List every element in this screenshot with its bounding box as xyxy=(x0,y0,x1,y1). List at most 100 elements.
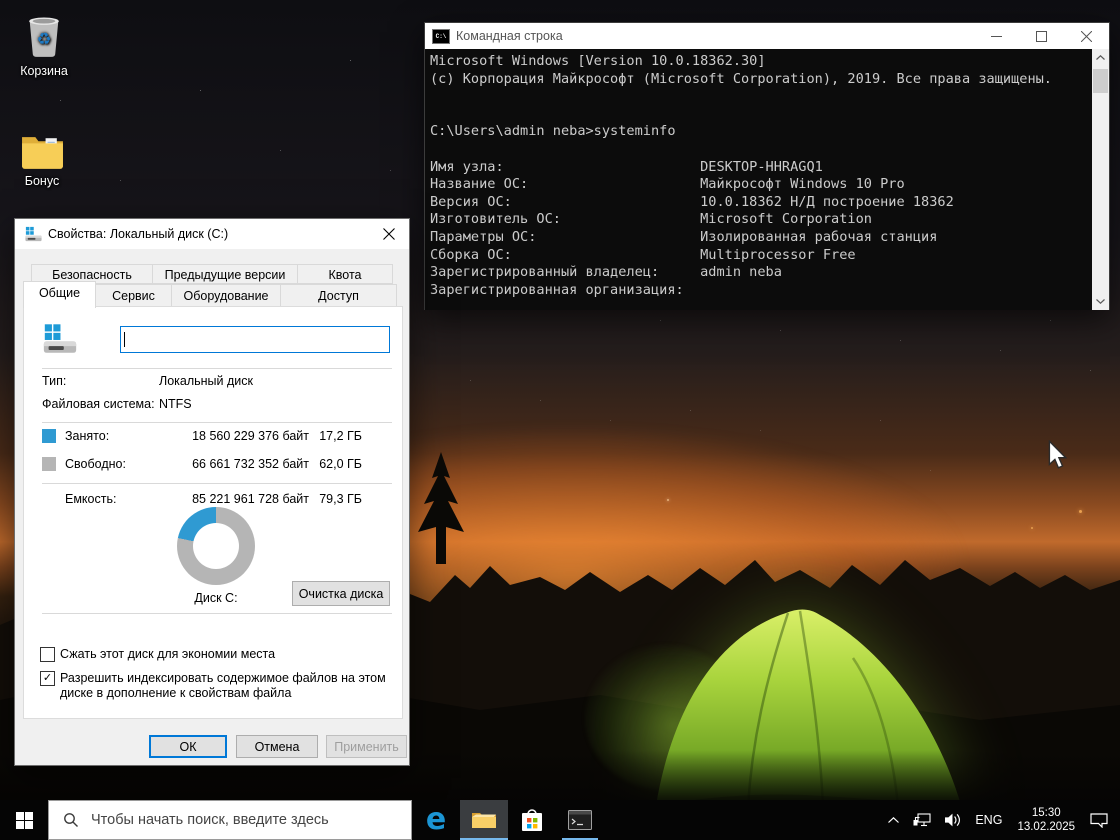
file-explorer-icon xyxy=(472,813,496,828)
close-icon[interactable] xyxy=(369,219,409,249)
cmd-output-line: Microsoft Windows [Version 10.0.18362.30… xyxy=(430,53,766,69)
disk-usage-donut xyxy=(177,507,255,585)
cmd-window-icon: C:\ xyxy=(432,28,450,44)
free-bytes: 66 661 732 352 байт xyxy=(192,457,309,471)
cmd-output-line: C:\Users\admin neba>systeminfo xyxy=(430,123,676,140)
taskbar-search-box[interactable] xyxy=(48,800,412,840)
compress-checkbox[interactable] xyxy=(40,647,55,662)
dialog-title: Свойства: Локальный диск (C:) xyxy=(48,227,229,241)
separator xyxy=(42,483,392,484)
cmd-output-line xyxy=(430,106,1089,124)
taskbar: e xyxy=(0,800,1120,840)
separator xyxy=(42,368,392,369)
edge-icon: e xyxy=(425,802,447,837)
cmd-output-line: Название ОС: Майкрософт Windows 10 Pro xyxy=(430,176,905,193)
indexing-checkbox[interactable]: ✓ xyxy=(40,671,55,686)
drive-icon xyxy=(25,226,42,241)
taskbar-cmd-button[interactable] xyxy=(556,800,604,840)
tab-general[interactable]: Общие xyxy=(23,281,96,308)
capacity-size: 79,3 ГБ xyxy=(319,492,362,506)
taskbar-edge-button[interactable]: e xyxy=(412,800,460,840)
used-size: 17,2 ГБ xyxy=(319,429,362,443)
text-caret xyxy=(124,332,125,347)
microsoft-store-icon xyxy=(522,809,542,831)
volume-icon[interactable] xyxy=(938,800,968,840)
scroll-up-icon[interactable] xyxy=(1092,49,1109,66)
cmd-output-line: (с) Корпорация Майкрософт (Microsoft Cor… xyxy=(430,70,1052,87)
search-input[interactable] xyxy=(89,811,411,829)
svg-text:♻: ♻ xyxy=(37,31,52,49)
desktop-icon-recycle-bin[interactable]: ♻ Корзина xyxy=(6,10,82,78)
type-value: Локальный диск xyxy=(159,374,253,388)
general-tab-panel: Тип: Локальный диск Файловая система: NT… xyxy=(23,306,403,719)
close-button[interactable] xyxy=(1064,23,1109,49)
bright-star xyxy=(1079,510,1082,513)
filesystem-label: Файловая система: xyxy=(42,397,155,411)
scrollbar-thumb[interactable] xyxy=(1093,69,1108,93)
cmd-output-area[interactable]: Microsoft Windows [Version 10.0.18362.30… xyxy=(425,49,1109,310)
tab-quota[interactable]: Квота xyxy=(297,264,393,284)
drive-icon-large xyxy=(43,324,77,353)
desktop-icon-bonus-folder[interactable]: Бонус xyxy=(4,120,80,188)
tab-hardware[interactable]: Оборудование xyxy=(171,284,281,307)
cmd-output-line: Версия ОС: 10.0.18362 Н/Д построение 183… xyxy=(430,193,954,210)
cancel-button[interactable]: Отмена xyxy=(236,735,318,758)
clock-time: 15:30 xyxy=(1031,807,1061,819)
taskbar-explorer-button[interactable] xyxy=(460,800,508,840)
free-label: Свободно: xyxy=(65,457,126,471)
pine-tree-silhouette xyxy=(418,452,464,564)
minimize-button[interactable] xyxy=(974,23,1019,49)
dialog-titlebar[interactable]: Свойства: Локальный диск (C:) xyxy=(15,219,409,249)
filesystem-value: NTFS xyxy=(159,397,192,411)
maximize-button[interactable] xyxy=(1019,23,1064,49)
tab-sharing[interactable]: Доступ xyxy=(280,284,397,307)
cmd-output-line: Зарегистрированная организация: xyxy=(430,281,684,298)
disk-chart-label: Диск C: xyxy=(194,591,238,605)
cmd-output-line: Изготовитель ОС: Microsoft Corporation xyxy=(430,211,872,228)
indexing-checkbox-label[interactable]: Разрешить индексировать содержимое файло… xyxy=(60,671,390,701)
desktop-icon-label: Корзина xyxy=(20,64,68,78)
separator xyxy=(42,613,392,614)
command-prompt-icon xyxy=(568,810,592,830)
disk-cleanup-button[interactable]: Очистка диска xyxy=(292,581,390,606)
taskbar-store-button[interactable] xyxy=(508,800,556,840)
apply-button[interactable]: Применить xyxy=(326,735,407,758)
desktop-icon-label: Бонус xyxy=(24,174,60,188)
cmd-output-line: Имя узла: DESKTOP-HHRAGQ1 xyxy=(430,158,823,175)
volume-name-input[interactable] xyxy=(120,326,390,353)
vertical-scrollbar[interactable] xyxy=(1092,49,1109,310)
cmd-output-line: Зарегистрированный владелец: admin neba xyxy=(430,264,782,281)
ok-button[interactable]: ОК xyxy=(149,735,227,758)
capacity-label: Емкость: xyxy=(65,492,117,506)
used-swatch xyxy=(42,429,56,443)
cmd-window: C:\ Командная строка Microsoft Windows [… xyxy=(424,22,1110,310)
start-button[interactable] xyxy=(0,800,48,840)
clock-date: 13.02.2025 xyxy=(1017,821,1075,833)
action-center-icon[interactable] xyxy=(1083,800,1120,840)
network-icon[interactable] xyxy=(906,800,938,840)
clock[interactable]: 15:30 13.02.2025 xyxy=(1009,806,1083,834)
cmd-output-line xyxy=(430,88,1089,106)
tray-chevron-up-icon[interactable] xyxy=(881,800,906,840)
bright-star xyxy=(1031,527,1033,529)
tab-previous-versions[interactable]: Предыдущие версии xyxy=(152,264,298,284)
cmd-output-line: Параметры ОС: Изолированная рабочая стан… xyxy=(430,228,938,245)
cmd-output-line xyxy=(430,141,1089,159)
stars xyxy=(0,0,1,1)
windows-logo-icon xyxy=(15,811,33,829)
free-swatch xyxy=(42,457,56,471)
capacity-bytes: 85 221 961 728 байт xyxy=(192,492,309,506)
cmd-output-line: Сборка ОС: Multiprocessor Free xyxy=(430,246,856,263)
cmd-window-title: Командная строка xyxy=(456,29,563,43)
separator xyxy=(42,422,392,423)
type-label: Тип: xyxy=(42,374,67,388)
tab-tools[interactable]: Сервис xyxy=(95,284,172,307)
used-bytes: 18 560 229 376 байт xyxy=(192,429,309,443)
cmd-titlebar[interactable]: C:\ Командная строка xyxy=(425,23,1109,49)
free-size: 62,0 ГБ xyxy=(319,457,362,471)
language-indicator[interactable]: ENG xyxy=(968,800,1009,840)
used-label: Занято: xyxy=(65,429,110,443)
scroll-down-icon[interactable] xyxy=(1092,293,1109,310)
compress-checkbox-label[interactable]: Сжать этот диск для экономии места xyxy=(60,647,390,662)
search-icon xyxy=(64,813,78,827)
